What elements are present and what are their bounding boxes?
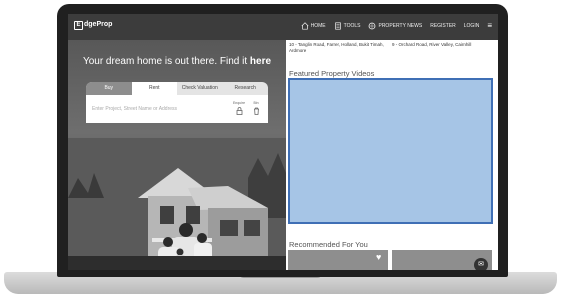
recommended-card-1[interactable]	[288, 250, 388, 270]
featured-videos-title: Featured Property Videos	[289, 69, 375, 78]
hero-title: Your dream home is out there. Find it he…	[68, 56, 286, 67]
nav-tools-label: TOOLS	[343, 23, 361, 29]
listing-district-10[interactable]: 10 - Tanglin Road, Farrer, Holland, Buki…	[289, 42, 389, 54]
bin-tool[interactable]: Bin	[249, 101, 263, 115]
edgeprop-logo[interactable]: EdgeProp	[74, 21, 112, 30]
hamburger-menu-icon[interactable]: ≡	[487, 22, 492, 30]
nav-property-news-label: PROPERTY NEWS	[378, 23, 423, 29]
bin-tool-label: Bin	[253, 101, 259, 105]
nav-register-label: REGISTER	[430, 23, 456, 29]
home-icon	[301, 22, 309, 30]
nav-register[interactable]: REGISTER	[430, 22, 456, 30]
enquire-tool-label: Enquire	[232, 101, 246, 105]
tab-buy[interactable]: Buy	[86, 82, 132, 95]
nav-property-news[interactable]: PROPERTY NEWS	[368, 22, 422, 30]
featured-video-player[interactable]	[288, 78, 493, 224]
search-panel: Enquire Bin	[86, 95, 268, 123]
search-input[interactable]	[92, 104, 230, 114]
right-panel: 10 - Tanglin Road, Farrer, Holland, Buki…	[286, 40, 498, 270]
nav-home-label: HOME	[310, 23, 326, 29]
tools-icon	[334, 22, 341, 30]
heart-icon[interactable]: ♥	[376, 252, 381, 262]
chat-icon[interactable]: ✉	[474, 258, 488, 270]
news-icon	[369, 22, 376, 30]
listing-district-9[interactable]: 9 - Orchard Road, River Valley, Cairnhil…	[392, 42, 492, 48]
hero-title-emphasis: here	[249, 56, 272, 67]
tab-check-valuation[interactable]: Check Valuation	[177, 82, 223, 95]
nav-tools[interactable]: TOOLS	[334, 22, 361, 30]
nav-home[interactable]: HOME	[301, 22, 326, 30]
tab-research[interactable]: Research	[223, 82, 269, 95]
enquire-tool[interactable]: Enquire	[232, 101, 246, 115]
logo-text: dgeProp	[84, 21, 113, 28]
tab-rent[interactable]: Rent	[131, 82, 177, 95]
lock-icon	[236, 107, 242, 115]
nav-login-label: LOGIN	[463, 23, 480, 29]
top-nav-bar: EdgeProp HOME TOOLS PROPERTY NEWS REGIST…	[68, 14, 498, 40]
hero-family-house-photo	[68, 138, 286, 270]
bin-icon	[253, 107, 259, 115]
main-nav: HOME TOOLS PROPERTY NEWS REGISTER LOGIN …	[301, 22, 492, 30]
laptop-screen: EdgeProp HOME TOOLS PROPERTY NEWS REGIST…	[68, 14, 498, 270]
hero-section: Your dream home is out there. Find it he…	[68, 40, 286, 270]
hero-title-text: Your dream home is out there. Find it	[82, 56, 250, 67]
recommended-title: Recommended For You	[289, 240, 368, 249]
nav-login[interactable]: LOGIN	[464, 22, 480, 30]
search-tabs: Buy Rent Check Valuation Research	[86, 82, 268, 95]
logo-mark: E	[74, 21, 83, 30]
